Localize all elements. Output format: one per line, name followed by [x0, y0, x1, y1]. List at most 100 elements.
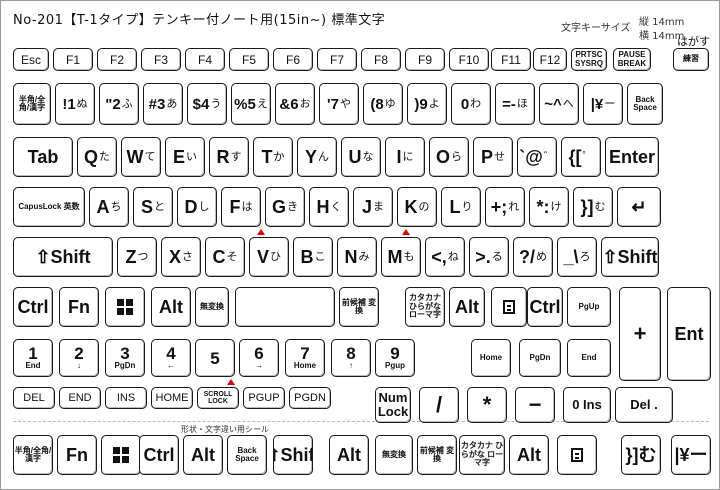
key-label: E [172, 147, 185, 167]
key-label: F3 [153, 52, 168, 67]
key-label: F6 [285, 52, 300, 67]
key-label: `@ [519, 147, 543, 167]
key-row6-3: Alt [151, 287, 191, 327]
key-row1-5: F5 [229, 48, 269, 71]
key-row5-9: >. る [469, 237, 509, 277]
kana-label: う [210, 97, 222, 110]
kana-label: も [403, 250, 415, 263]
key-row2-10: 0わ [451, 83, 491, 125]
key-label: PAUSE BREAK [617, 50, 647, 68]
kana-label: せ [494, 150, 505, 163]
key-label: F8 [373, 52, 388, 67]
key-label: F [229, 197, 241, 217]
key-row2-9: )9 よ [407, 83, 447, 125]
key-label: }]む [625, 445, 657, 465]
key-row7-2: 3 PgDn [105, 339, 145, 377]
key-label: G [271, 197, 286, 217]
key-label: F11 [501, 52, 521, 67]
key-row4-7: Jま [353, 187, 393, 227]
key-label: Ctrl [143, 445, 175, 465]
key-row7-7: 8 ↑ [331, 339, 371, 377]
key-row5-2: Xさ [161, 237, 201, 277]
key-row9-9: 前候補 変換 [417, 435, 457, 475]
key-label: Alt [337, 445, 361, 465]
kana-label: す [230, 150, 242, 163]
key-row5-6: Nみ [337, 237, 377, 277]
key-row1-0: Esc [13, 48, 49, 71]
key-label: N [344, 247, 358, 267]
sub-label: ↓ [77, 361, 81, 371]
kana-label: ね [447, 250, 459, 263]
kana-label: し [198, 200, 210, 213]
key-row3-2: Wて [121, 137, 161, 177]
key-label: Tab [27, 147, 59, 167]
kana-label: い [186, 150, 197, 163]
key-label: * [482, 392, 492, 417]
key-label: Alt [191, 445, 215, 465]
key-row9-1: Fn [57, 435, 97, 475]
key-label: !1 [62, 95, 76, 113]
key-label: W [126, 147, 144, 167]
key-row8-0: DEL [13, 387, 55, 409]
key-label: SCROLL LOCK [203, 390, 233, 405]
key-label: F4 [197, 52, 212, 67]
key-row8-1: END [59, 387, 101, 409]
key-label: Ctrl [17, 297, 49, 317]
kana-label: ひ [270, 250, 281, 263]
key-label: U [348, 147, 362, 167]
key-row3-7: Uな [341, 137, 381, 177]
key-row3-6: Yん [297, 137, 337, 177]
key-label: S [140, 197, 153, 217]
key-row2-8: (8 ゆ [363, 83, 403, 125]
plus-label: + [633, 321, 647, 346]
key-row6-10: Ctrl [527, 287, 563, 327]
key-row4-12: }] む [573, 187, 613, 227]
key-row2-4: $4 う [187, 83, 227, 125]
key-row1-1: F1 [53, 48, 93, 71]
key-row4-10: +; れ [485, 187, 525, 227]
key-row6-8: Alt [449, 287, 485, 327]
key-label: 半角/全角/漢字 [14, 445, 52, 463]
key-row6-2 [105, 287, 145, 327]
key-label: |¥ー [674, 445, 708, 465]
key-row4-8: Kの [397, 187, 437, 227]
kana-label: ら [451, 150, 462, 163]
key-row5-8: <, ね [425, 237, 465, 277]
key-row4-3: Dし [177, 187, 217, 227]
key-row9-6: ⇧Shift [273, 435, 313, 475]
kana-label: ゆ [384, 97, 396, 110]
kana-label: め [536, 250, 547, 263]
key-row3-5: Tか [253, 137, 293, 177]
key-label: DEL [23, 391, 45, 404]
key-row7-1: 2 ↓ [59, 339, 99, 377]
key-label: &6 [279, 95, 299, 113]
key-label: ⇧Shift [274, 445, 312, 465]
kana-label: の [418, 200, 430, 213]
numpad-enter-key: Ent [667, 287, 711, 381]
sub-label: ↑ [349, 361, 353, 371]
key-label: ~^ [544, 95, 562, 113]
key-label: ⇧Shift [602, 247, 658, 267]
key-label: PRTSC SYSRQ [574, 50, 603, 68]
key-row1-7: F7 [317, 48, 357, 71]
key-row7-8: 9 Pgup [375, 339, 415, 377]
peel-label: はがす [677, 35, 710, 48]
key-label: 半角/全角/漢字 [18, 94, 46, 112]
key-row8-9: * [467, 387, 507, 423]
key-row1-4: F4 [185, 48, 225, 71]
key-row5-7: Mも [381, 237, 421, 277]
key-label: HOME [155, 391, 189, 404]
key-label: _\ [563, 247, 579, 267]
key-label: 7 [300, 344, 310, 364]
key-row2-6: &6 お [275, 83, 315, 125]
key-label: Back Space [235, 445, 259, 463]
key-label: H [316, 197, 330, 217]
key-row6-6: 前候補 変換 [339, 287, 379, 327]
key-row8-7: Num Lock [375, 387, 411, 423]
key-row8-5: PGUP [243, 387, 285, 409]
key-row5-1: Zつ [117, 237, 157, 277]
key-row5-5: Bこ [293, 237, 333, 277]
key-label: End [581, 352, 597, 362]
kana-label: や [339, 97, 351, 110]
key-row4-2: Sと [133, 187, 173, 227]
